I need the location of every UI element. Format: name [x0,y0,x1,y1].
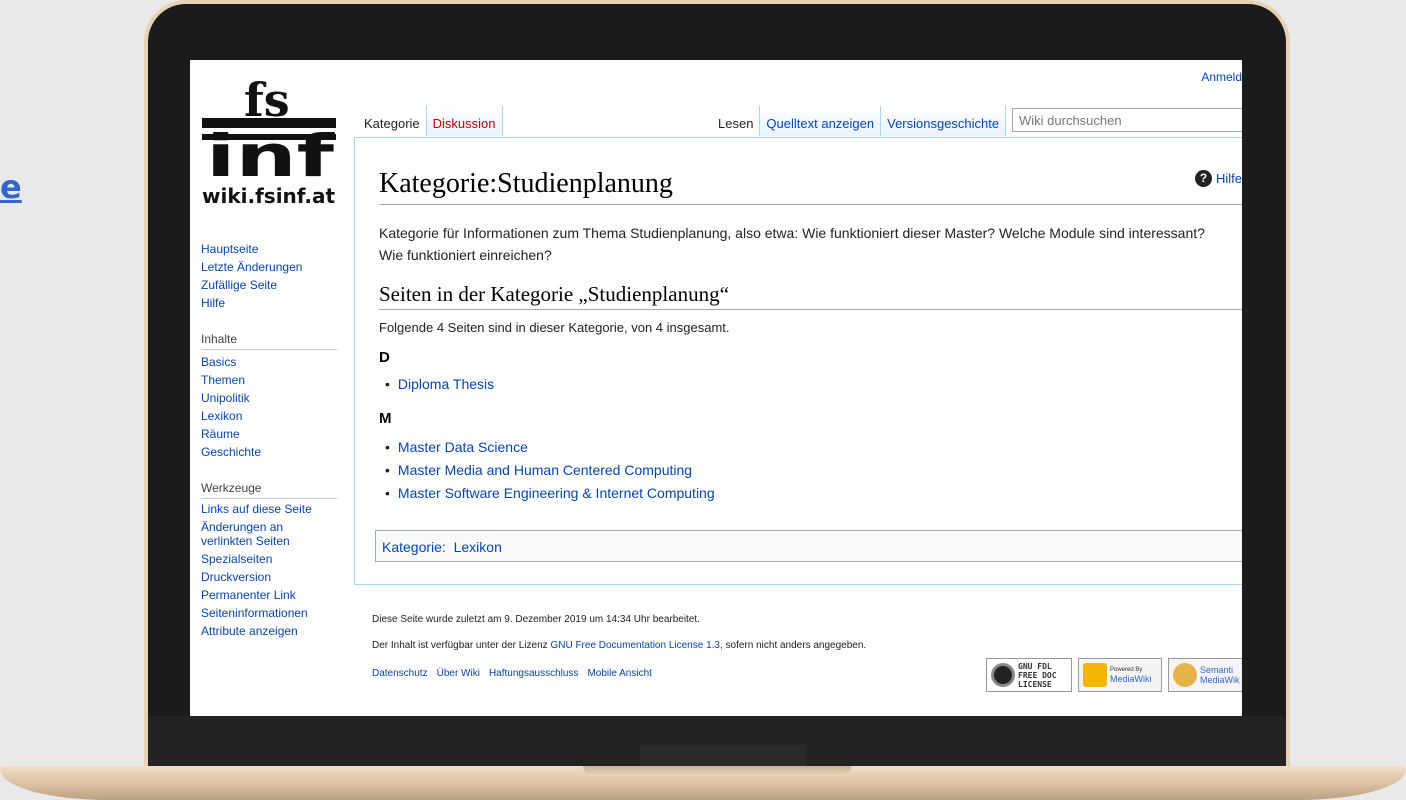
sidebar-item-spezialseiten[interactable]: Spezialseiten [201,552,339,566]
footer-last-edit: Diese Seite wurde zuletzt am 9. Dezember… [372,614,700,625]
semantic-text: Semanti MediaWik [1200,665,1240,685]
mediawiki-text: Powered By MediaWiki [1110,666,1152,684]
site-logo[interactable]: fs inf wiki.fsinf.at [200,72,340,208]
list-item: Master Media and Human Centered Computin… [379,459,715,482]
view-tabs: Lesen Quelltext anzeigen Versionsgeschic… [712,106,1007,136]
sidebar-heading-werkzeuge: Werkzeuge [201,481,262,495]
category-links-box: Kategorie: Lexikon [375,530,1242,562]
laptop-screen: fs inf wiki.fsinf.at Anmeld Kategorie Di… [190,60,1242,716]
gnu-fdl-line-1: GNU FDL [1018,661,1052,671]
laptop-base-notch [583,766,851,776]
footer-links: Datenschutz Über Wiki Haftungsausschluss… [372,668,652,679]
tab-diskussion[interactable]: Diskussion [426,106,503,136]
category-link-lexikon[interactable]: Lexikon [454,539,502,555]
sidebar-item-raeume[interactable]: Räume [201,425,261,443]
puzzle-icon [1173,663,1197,687]
sidebar-item-letzte-aenderungen[interactable]: Letzte Änderungen [201,258,302,276]
fsinf-logo-icon: fs inf [202,73,336,190]
background-link-fragment: e [0,168,22,206]
semantic-line-1: Semanti [1200,665,1234,675]
logo-site-name: wiki.fsinf.at [202,184,336,208]
tab-lesen[interactable]: Lesen [712,106,761,136]
footer-link-datenschutz[interactable]: Datenschutz [372,668,428,679]
semantic-mediawiki-badge[interactable]: Semanti MediaWik [1168,658,1242,692]
footer-link-haftungsausschluss[interactable]: Haftungsausschluss [489,668,579,679]
help-icon: ? [1195,170,1212,187]
gnu-fdl-line-2: FREE DOC [1018,670,1057,680]
footer-license-pre: Der Inhalt ist verfügbar unter der Lizen… [372,640,551,651]
footer-license-link[interactable]: GNU Free Documentation License 1.3 [550,640,720,651]
sidebar-item-attribute-anzeigen[interactable]: Attribute anzeigen [201,624,339,638]
sidebar-item-links-auf-diese-seite[interactable]: Links auf diese Seite [201,502,339,516]
sidebar-item-geschichte[interactable]: Geschichte [201,443,261,461]
sidebar-item-lexikon[interactable]: Lexikon [201,407,261,425]
group-letter-d: D [379,349,390,366]
tab-versionsgeschichte[interactable]: Versionsgeschichte [881,106,1007,136]
tab-kategorie[interactable]: Kategorie [358,106,427,136]
page-list-d: Diploma Thesis [379,373,494,396]
sidebar-item-hilfe[interactable]: Hilfe [201,294,302,312]
section-heading: Seiten in der Kategorie „Studienplanung“ [379,282,729,306]
semantic-line-2: MediaWik [1200,675,1240,685]
content-area: Kategorie:Studienplanung ? Hilfe Kategor… [354,137,1242,585]
sidebar-item-druckversion[interactable]: Druckversion [201,570,339,584]
gnu-fdl-line-3: LICENSE [1018,679,1052,689]
sidebar-werkzeuge-nav: Links auf diese Seite Änderungen an verl… [201,502,339,638]
footer-license: Der Inhalt ist verfügbar unter der Lizen… [372,640,866,651]
search-input[interactable]: Wiki durchsuchen [1012,108,1242,132]
sidebar-heading-inhalte: Inhalte [201,332,238,346]
sidebar-item-hauptseite[interactable]: Hauptseite [201,240,302,258]
sidebar-inhalte-nav: Basics Themen Unipolitik Lexikon Räume G… [201,353,261,461]
page-link-diploma-thesis[interactable]: Diploma Thesis [398,376,494,392]
list-item: Master Data Science [379,436,715,459]
footer-link-mobile-ansicht[interactable]: Mobile Ansicht [587,668,651,679]
mediawiki-name: MediaWiki [1110,674,1152,684]
list-item: Master Software Engineering & Internet C… [379,482,715,505]
sidebar-item-unipolitik[interactable]: Unipolitik [201,389,261,407]
mediawiki-badge[interactable]: Powered By MediaWiki [1078,658,1162,692]
sunflower-icon [1083,663,1107,687]
group-letter-m: M [379,410,392,427]
sidebar-item-permanenter-link[interactable]: Permanenter Link [201,588,339,602]
help-label: Hilfe [1216,171,1242,186]
page-link-master-data-science[interactable]: Master Data Science [398,439,528,455]
gnu-fdl-text: GNU FDL FREE DOC LICENSE [1018,662,1057,689]
page-title: Kategorie:Studienplanung [379,168,673,199]
sidebar-divider [201,349,337,350]
page-link-master-software[interactable]: Master Software Engineering & Internet C… [398,485,715,501]
logo-main-text: inf [206,122,335,184]
sidebar-item-zufaellige-seite[interactable]: Zufällige Seite [201,276,302,294]
sidebar-item-seiteninformationen[interactable]: Seiteninformationen [201,606,339,620]
footer-license-post: , sofern nicht anders angegeben. [719,640,867,651]
footer-link-ueber-wiki[interactable]: Über Wiki [437,668,480,679]
namespace-tabs: Kategorie Diskussion [358,106,503,136]
sidebar-main-nav: Hauptseite Letzte Änderungen Zufällige S… [201,240,302,312]
page-link-master-media[interactable]: Master Media and Human Centered Computin… [398,462,692,478]
section-divider [379,309,1242,310]
sidebar-item-basics[interactable]: Basics [201,353,261,371]
page-count-text: Folgende 4 Seiten sind in dieser Kategor… [379,320,730,335]
sidebar-item-aenderungen-verlinkt[interactable]: Änderungen an verlinkten Seiten [201,520,301,548]
categories-label-link[interactable]: Kategorie: [382,539,446,555]
stage: e fs inf wiki.fsinf.at Anmeld Kategorie … [0,0,1406,800]
sidebar-divider [201,498,337,499]
login-link[interactable]: Anmeld [1201,70,1242,84]
sidebar-item-themen[interactable]: Themen [201,371,261,389]
title-divider [379,204,1242,205]
category-description: Kategorie für Informationen zum Thema St… [379,225,1205,263]
page-list-m: Master Data Science Master Media and Hum… [379,436,715,505]
tab-quelltext[interactable]: Quelltext anzeigen [760,106,882,136]
help-link[interactable]: ? Hilfe [1195,170,1242,187]
gnu-fdl-badge[interactable]: GNU FDL FREE DOC LICENSE [986,658,1072,692]
copyleft-icon [991,663,1015,687]
list-item: Diploma Thesis [379,373,494,396]
